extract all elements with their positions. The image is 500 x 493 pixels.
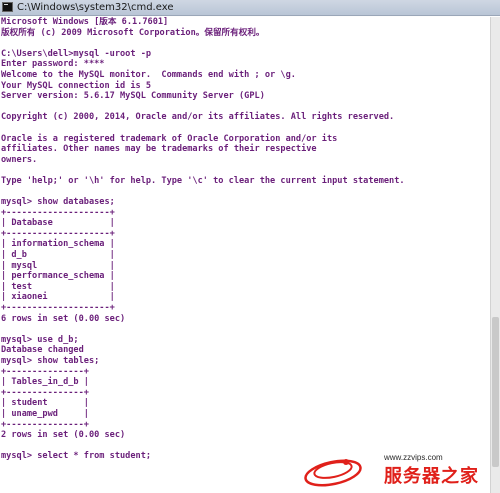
- console-line: +--------------------+: [1, 228, 115, 239]
- console-line: Copyright (c) 2000, 2014, Oracle and/or …: [1, 112, 395, 123]
- cmd-window: C:\Windows\system32\cmd.exe Microsoft Wi…: [0, 0, 500, 493]
- console-line: mysql> select * from student;: [1, 451, 152, 462]
- console-line: C:\Users\dell>mysql -uroot -p: [1, 48, 152, 59]
- console-line: mysql> show tables;: [1, 356, 100, 366]
- console-line: | test |: [1, 281, 115, 292]
- console-line: mysql> show databases;: [1, 197, 115, 208]
- console-line: Oracle is a registered trademark of Orac…: [1, 133, 338, 144]
- console-line: +--------------------+: [1, 303, 115, 314]
- console-line: owners.: [1, 154, 38, 165]
- console-line: | information_schema |: [1, 239, 115, 250]
- console-line: Database changed: [1, 345, 84, 356]
- console-line: | d_b |: [1, 250, 115, 261]
- scrollbar-thumb[interactable]: [492, 317, 499, 467]
- window-title: C:\Windows\system32\cmd.exe: [17, 2, 174, 13]
- console-line: | performance_schema |: [1, 271, 115, 282]
- console-line: +--------------------+: [1, 207, 115, 218]
- vertical-scrollbar[interactable]: [490, 17, 500, 493]
- console-line: | student |: [1, 398, 89, 409]
- console-line: | mysql |: [1, 260, 115, 271]
- console-line: | xiaonei |: [1, 292, 115, 303]
- console-line: Enter password: ****: [1, 59, 105, 70]
- console-line: 6 rows in set (0.00 sec): [1, 313, 126, 324]
- console-line: Server version: 5.6.17 MySQL Community S…: [1, 91, 265, 102]
- console-line: mysql> use d_b;: [1, 334, 79, 345]
- console-line: | Database |: [1, 218, 115, 229]
- console-line: Microsoft Windows [版本 6.1.7601]: [1, 17, 169, 27]
- console-line: 版权所有 (c) 2009 Microsoft Corporation。保留所有…: [1, 27, 265, 38]
- console-line: 2 rows in set (0.00 sec): [1, 430, 126, 441]
- console-output[interactable]: Microsoft Windows [版本 6.1.7601] 版权所有 (c) …: [0, 17, 490, 493]
- console-line: Your MySQL connection id is 5: [1, 80, 152, 91]
- console-line: Type 'help;' or '\h' for help. Type '\c'…: [1, 175, 405, 186]
- cmd-app-icon[interactable]: [2, 2, 13, 12]
- console-line: affiliates. Other names may be trademark…: [1, 144, 317, 155]
- console-line: +---------------+: [1, 419, 89, 430]
- console-line: | Tables_in_d_b |: [1, 377, 89, 388]
- console-line: | uname_pwd |: [1, 408, 89, 419]
- console-line: Welcome to the MySQL monitor. Commands e…: [1, 69, 296, 80]
- title-bar[interactable]: C:\Windows\system32\cmd.exe: [0, 0, 500, 16]
- console-line: +---------------+: [1, 366, 89, 377]
- console-line: +---------------+: [1, 387, 89, 398]
